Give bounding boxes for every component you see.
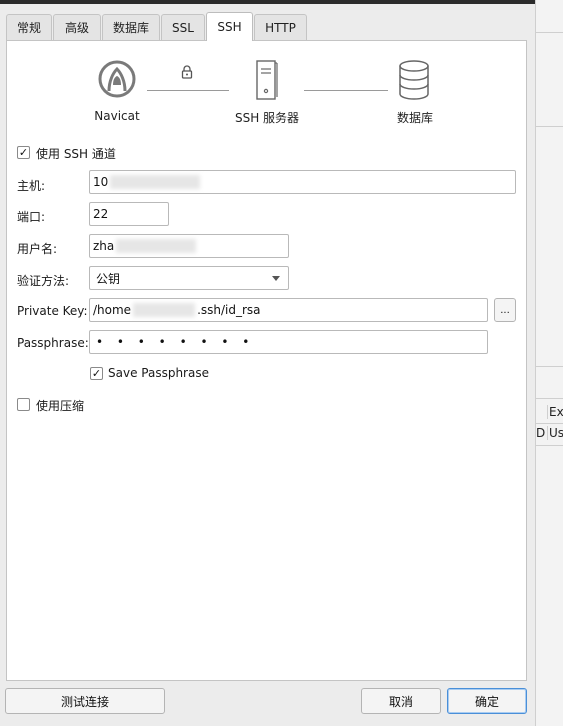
- host-value: 10: [93, 175, 109, 189]
- tab-ssh[interactable]: SSH: [206, 12, 253, 41]
- port-input[interactable]: 22: [89, 202, 169, 226]
- ok-button[interactable]: 确定: [447, 688, 527, 714]
- server-icon: [256, 60, 278, 100]
- username-value: zha: [93, 239, 115, 253]
- auth-method-value: 公钥: [96, 271, 121, 286]
- auth-method-label: 验证方法:: [17, 274, 70, 288]
- private-key-label: Private Key:: [17, 304, 88, 318]
- tab-advanced[interactable]: 高级: [53, 14, 101, 40]
- ssh-settings-panel: Navicat SSH 服务器 数据库 ✓ 使用 SSH 通道 主机: 10 端…: [6, 40, 527, 681]
- passphrase-label: Passphrase:: [17, 336, 89, 350]
- browse-key-button[interactable]: ...: [494, 298, 516, 322]
- auth-method-select[interactable]: 公钥: [89, 266, 289, 290]
- tab-ssl[interactable]: SSL: [161, 14, 205, 40]
- save-passphrase-label: Save Passphrase: [108, 366, 209, 380]
- background-cell: D: [536, 426, 546, 440]
- redacted-text: [133, 303, 196, 317]
- redacted-text: [110, 175, 201, 189]
- use-ssh-label: 使用 SSH 通道: [36, 147, 116, 161]
- passphrase-input[interactable]: • • • • • • • •: [89, 330, 488, 354]
- cancel-button[interactable]: 取消: [361, 688, 441, 714]
- save-passphrase-checkbox[interactable]: ✓: [90, 367, 103, 380]
- diagram-database-label: 数据库: [396, 111, 433, 125]
- diagram-server-label: SSH 服务器: [234, 111, 300, 125]
- navicat-icon: [98, 60, 136, 98]
- passphrase-value: • • • • • • • •: [96, 335, 255, 349]
- private-key-input[interactable]: /home .ssh/id_rsa: [89, 298, 488, 322]
- host-label: 主机:: [17, 179, 46, 193]
- lock-icon: [181, 65, 193, 79]
- tab-http[interactable]: HTTP: [254, 14, 307, 40]
- use-compression-label: 使用压缩: [36, 399, 85, 413]
- use-ssh-checkbox[interactable]: ✓: [17, 146, 30, 159]
- diagram-connector: [304, 90, 388, 91]
- background-window: Ext D Usi: [535, 0, 563, 726]
- private-key-suffix: .ssh/id_rsa: [197, 303, 261, 317]
- test-connection-button[interactable]: 测试连接: [5, 688, 165, 714]
- tab-database[interactable]: 数据库: [102, 14, 160, 40]
- window-top-bar: [0, 0, 535, 4]
- background-column-header: Ext: [547, 405, 563, 419]
- host-input[interactable]: 10: [89, 170, 516, 194]
- port-label: 端口:: [17, 210, 46, 224]
- background-cell: Usi: [547, 426, 563, 440]
- database-icon: [399, 60, 429, 100]
- username-label: 用户名:: [17, 242, 58, 256]
- use-compression-checkbox[interactable]: [17, 398, 30, 411]
- chevron-down-icon: [272, 276, 280, 281]
- diagram-client-label: Navicat: [94, 109, 140, 123]
- tab-general[interactable]: 常规: [6, 14, 52, 40]
- diagram-connector: [147, 90, 229, 91]
- redacted-text: [116, 239, 197, 253]
- private-key-prefix: /home: [93, 303, 132, 317]
- username-input[interactable]: zha: [89, 234, 289, 258]
- tab-bar: 常规 高级 数据库 SSL SSH HTTP: [0, 10, 535, 41]
